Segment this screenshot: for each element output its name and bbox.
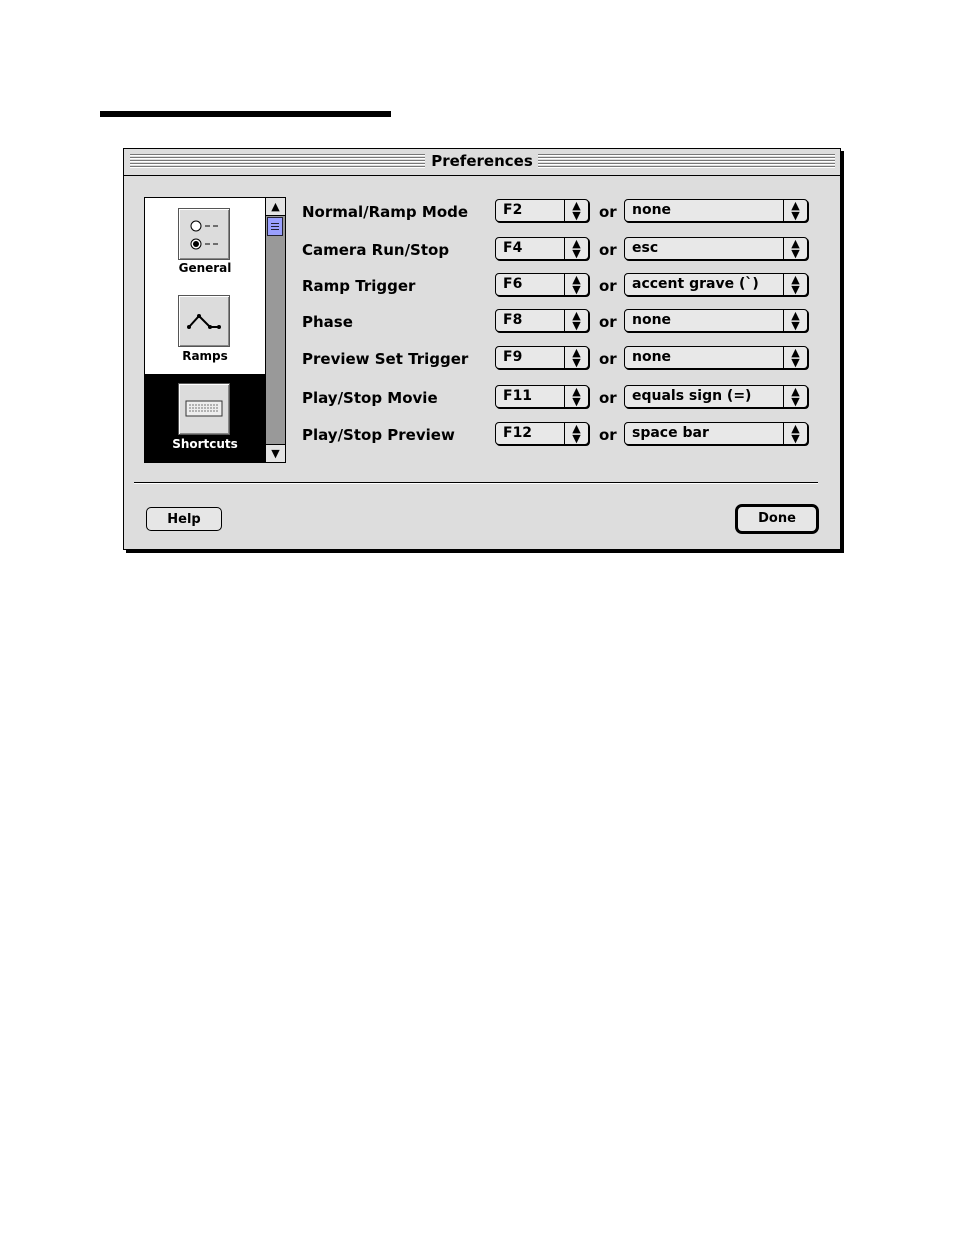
primary-key-value: F12: [503, 425, 533, 441]
shortcut-row-camera-run-stop: Camera Run/Stop F4 ▲ ▼ or esc ▲ ▼: [302, 237, 822, 265]
primary-key-value: F8: [503, 312, 523, 328]
popup-arrows-icon: ▲ ▼: [564, 238, 588, 259]
or-label: or: [599, 389, 617, 407]
popup-arrows-icon: ▲ ▼: [783, 347, 807, 368]
shortcut-label: Play/Stop Preview: [302, 426, 455, 444]
popup-arrows-icon: ▲ ▼: [783, 200, 807, 221]
alternate-key-value: none: [632, 312, 672, 328]
panel-ramps[interactable]: Ramps: [145, 286, 265, 374]
alternate-key-popup[interactable]: accent grave (`) ▲ ▼: [624, 273, 808, 296]
alternate-key-value: equals sign (=): [632, 388, 752, 404]
primary-key-value: F2: [503, 202, 523, 218]
shortcut-row-preview-set-trigger: Preview Set Trigger F9 ▲ ▼ or none ▲ ▼: [302, 346, 822, 374]
scroll-down-arrow-icon[interactable]: ▼: [266, 444, 285, 462]
title-stripes-right: [538, 153, 835, 169]
title-stripes-left: [130, 153, 425, 169]
alternate-key-popup[interactable]: esc ▲ ▼: [624, 237, 808, 260]
shortcut-row-normal-ramp-mode: Normal/Ramp Mode F2 ▲ ▼ or none ▲ ▼: [302, 199, 822, 227]
primary-key-value: F6: [503, 276, 523, 292]
popup-arrows-icon: ▲ ▼: [783, 274, 807, 295]
alternate-key-popup[interactable]: equals sign (=) ▲ ▼: [624, 385, 808, 408]
radio-options-icon: [178, 208, 230, 260]
primary-key-popup[interactable]: F9 ▲ ▼: [495, 346, 589, 369]
popup-arrows-icon: ▲ ▼: [564, 423, 588, 444]
shortcut-label: Preview Set Trigger: [302, 350, 469, 368]
primary-key-popup[interactable]: F6 ▲ ▼: [495, 273, 589, 296]
popup-arrows-icon: ▲ ▼: [783, 238, 807, 259]
alternate-key-value: none: [632, 202, 672, 218]
popup-arrows-icon: ▲ ▼: [564, 310, 588, 331]
shortcut-label: Phase: [302, 313, 353, 331]
or-label: or: [599, 313, 617, 331]
button-divider: [134, 482, 818, 484]
primary-key-popup[interactable]: F4 ▲ ▼: [495, 237, 589, 260]
alternate-key-value: none: [632, 349, 672, 365]
scroll-up-arrow-icon[interactable]: ▲: [266, 198, 285, 216]
or-label: or: [599, 350, 617, 368]
window-title: Preferences: [429, 152, 535, 171]
alternate-key-popup[interactable]: none ▲ ▼: [624, 309, 808, 332]
primary-key-popup[interactable]: F8 ▲ ▼: [495, 309, 589, 332]
alternate-key-popup[interactable]: space bar ▲ ▼: [624, 422, 808, 445]
shortcut-row-ramp-trigger: Ramp Trigger F6 ▲ ▼ or accent grave (`) ▲…: [302, 273, 822, 301]
shortcut-row-play-stop-movie: Play/Stop Movie F11 ▲ ▼ or equals sign (=…: [302, 385, 822, 413]
shortcut-row-phase: Phase F8 ▲ ▼ or none ▲ ▼: [302, 309, 822, 337]
shortcut-row-play-stop-preview: Play/Stop Preview F12 ▲ ▼ or space bar ▲ ▼: [302, 422, 822, 450]
panel-label-shortcuts: Shortcuts: [172, 437, 238, 451]
panel-label-general: General: [178, 261, 232, 275]
shortcut-label: Play/Stop Movie: [302, 389, 438, 407]
panel-general[interactable]: General: [145, 198, 265, 286]
shortcut-label: Normal/Ramp Mode: [302, 203, 469, 221]
alternate-key-value: accent grave (`): [632, 276, 759, 292]
alternate-key-value: space bar: [632, 425, 709, 441]
popup-arrows-icon: ▲ ▼: [783, 310, 807, 331]
popup-arrows-icon: ▲ ▼: [783, 386, 807, 407]
alternate-key-popup[interactable]: none ▲ ▼: [624, 346, 808, 369]
popup-arrows-icon: ▲ ▼: [564, 347, 588, 368]
title-bar[interactable]: Preferences: [124, 149, 840, 176]
popup-arrows-icon: ▲ ▼: [564, 200, 588, 221]
heading-rule: [100, 111, 391, 117]
primary-key-value: F11: [503, 388, 533, 404]
primary-key-popup[interactable]: F12 ▲ ▼: [495, 422, 589, 445]
alternate-key-value: esc: [632, 240, 659, 256]
help-button[interactable]: Help: [146, 507, 222, 531]
panel-shortcuts[interactable]: Shortcuts: [145, 374, 265, 462]
or-label: or: [599, 277, 617, 295]
done-button[interactable]: Done: [735, 504, 819, 534]
primary-key-popup[interactable]: F2 ▲ ▼: [495, 199, 589, 222]
panel-list-scrollbar[interactable]: ▲ ▼: [265, 198, 285, 462]
ramp-graph-icon: [178, 295, 230, 347]
primary-key-value: F9: [503, 349, 523, 365]
or-label: or: [599, 241, 617, 259]
panel-list: General Ramps Shortcuts ▲ ▼: [144, 197, 286, 463]
keyboard-icon: [178, 383, 230, 435]
popup-arrows-icon: ▲ ▼: [564, 386, 588, 407]
panel-label-ramps: Ramps: [182, 349, 228, 363]
preferences-dialog: Preferences General Ramps Shortcuts ▲ ▼ …: [123, 148, 841, 550]
primary-key-value: F4: [503, 240, 523, 256]
shortcut-label: Ramp Trigger: [302, 277, 416, 295]
or-label: or: [599, 426, 617, 444]
popup-arrows-icon: ▲ ▼: [564, 274, 588, 295]
shortcut-label: Camera Run/Stop: [302, 241, 450, 259]
primary-key-popup[interactable]: F11 ▲ ▼: [495, 385, 589, 408]
or-label: or: [599, 203, 617, 221]
popup-arrows-icon: ▲ ▼: [783, 423, 807, 444]
scroll-thumb[interactable]: [267, 217, 283, 236]
alternate-key-popup[interactable]: none ▲ ▼: [624, 199, 808, 222]
